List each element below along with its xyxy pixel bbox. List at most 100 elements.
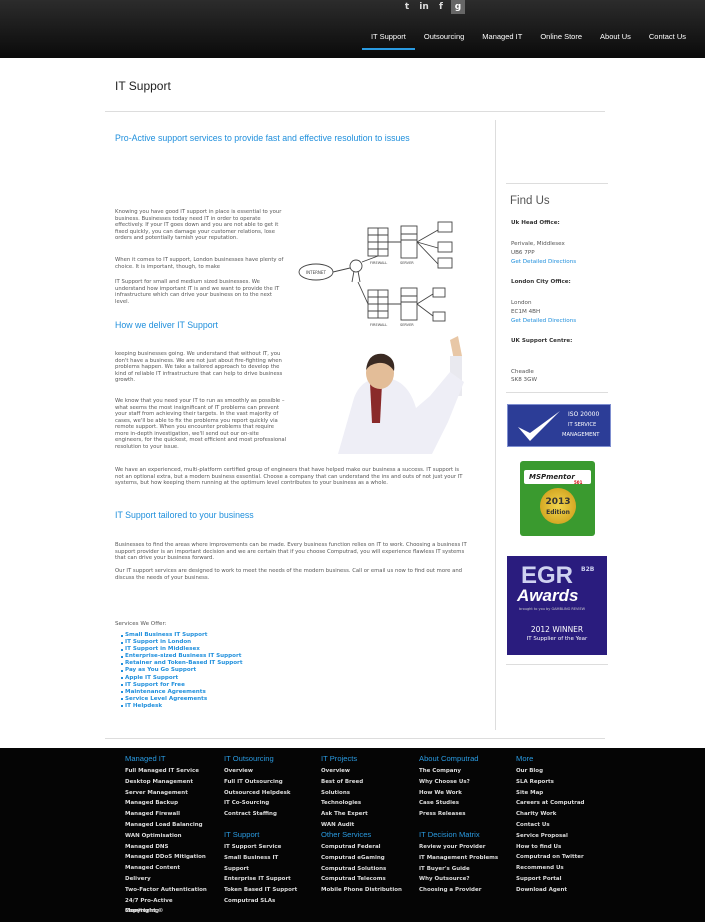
footer-link[interactable]: Download Agent — [516, 885, 584, 896]
footer-link[interactable]: SLA Reports — [516, 777, 584, 788]
service-link[interactable]: Enterprise-sized Business IT Support — [121, 653, 243, 660]
footer-link[interactable]: Full IT Outsourcing — [224, 777, 291, 788]
london-address-line2: EC1M 4BH — [511, 309, 541, 315]
footer-link[interactable]: Computrad SLAs — [224, 896, 297, 907]
footer-link[interactable]: 24/7 Pro-Active — [125, 896, 207, 907]
footer-link[interactable]: Why Choose Us? — [419, 777, 479, 788]
twitter-icon[interactable]: t — [400, 0, 414, 14]
footer-link[interactable]: Server Management — [125, 788, 207, 799]
footer-link[interactable]: Enterprise IT Support — [224, 874, 297, 885]
footer-link[interactable]: Overview — [224, 766, 291, 777]
footer-link[interactable]: Review your Provider — [419, 842, 498, 853]
nav-online-store[interactable]: Online Store — [531, 28, 591, 50]
service-link[interactable]: Maintenance Agreements — [121, 689, 243, 696]
footer-link[interactable]: Careers at Computrad — [516, 798, 584, 809]
service-link[interactable]: IT Helpdesk — [121, 703, 243, 710]
uk-head-address-line1: Perivale, Middlesex — [511, 241, 565, 247]
content-divider — [105, 738, 605, 739]
footer-link[interactable]: Case Studies — [419, 798, 479, 809]
footer-link[interactable]: Computrad Solutions — [321, 864, 402, 875]
footer-link[interactable]: Solutions — [321, 788, 368, 799]
footer-heading[interactable]: Other Services — [321, 830, 402, 839]
sidebar-rule-mid — [506, 392, 608, 393]
footer-link[interactable]: How to find Us — [516, 842, 584, 853]
server-label-1: SERVER — [400, 261, 414, 265]
footer-col-decision-matrix: IT Decision Matrix Review your Provider … — [419, 830, 498, 896]
footer-link[interactable]: Recommend Us — [516, 863, 584, 874]
directions-link[interactable]: Get Detailed Directions — [511, 259, 576, 265]
facebook-icon[interactable]: f — [434, 0, 448, 14]
footer-link[interactable]: IT Support Service — [224, 842, 297, 853]
footer-link[interactable]: Desktop Management — [125, 777, 207, 788]
footer-heading[interactable]: IT Outsourcing — [224, 754, 291, 763]
service-link[interactable]: Small Business IT Support — [121, 632, 243, 639]
footer-link[interactable]: IT Co-Sourcing — [224, 798, 291, 809]
footer-link[interactable]: Managed Backup — [125, 798, 207, 809]
footer-link[interactable]: Best of Breed — [321, 777, 368, 788]
footer-link[interactable]: Ask The Expert — [321, 809, 368, 820]
service-link[interactable]: Service Level Agreements — [121, 696, 243, 703]
footer-link[interactable]: Charity Work — [516, 809, 584, 820]
footer-heading[interactable]: IT Projects — [321, 754, 368, 763]
service-link[interactable]: Retainer and Token-Based IT Support — [121, 660, 243, 667]
service-link[interactable]: Pay as You Go Support — [121, 667, 243, 674]
footer-link[interactable]: Two-Factor Authentication — [125, 885, 207, 896]
footer-link[interactable]: Outsourced Helpdesk — [224, 788, 291, 799]
footer-link[interactable]: Managed Load Balancing — [125, 820, 207, 831]
footer-link[interactable]: IT Management Problems — [419, 853, 498, 864]
nav-outsourcing[interactable]: Outsourcing — [415, 28, 473, 50]
footer-link[interactable]: Technologies — [321, 798, 368, 809]
service-link[interactable]: IT Support in London — [121, 639, 243, 646]
footer-link[interactable]: Support — [224, 864, 297, 875]
footer-link[interactable]: Managed DNS — [125, 842, 207, 853]
footer-link[interactable]: Choosing a Provider — [419, 885, 498, 896]
footer-link[interactable]: Delivery — [125, 874, 207, 885]
footer-heading[interactable]: IT Decision Matrix — [419, 830, 498, 839]
footer-link[interactable]: Computrad eGaming — [321, 853, 402, 864]
service-link[interactable]: IT Support for Free — [121, 682, 243, 689]
server-label-2: SERVER — [400, 323, 414, 327]
footer-heading[interactable]: About Computrad — [419, 754, 479, 763]
nav-managed-it[interactable]: Managed IT — [473, 28, 531, 50]
footer-link[interactable]: Computrad on Twitter — [516, 852, 584, 863]
footer-link[interactable]: Service Proposal — [516, 831, 584, 842]
directions-link[interactable]: Get Detailed Directions — [511, 318, 576, 324]
footer-link[interactable]: Token Based IT Support — [224, 885, 297, 896]
footer-link[interactable]: The Company — [419, 766, 479, 777]
footer-link[interactable]: Computrad Telecoms — [321, 874, 402, 885]
service-link[interactable]: Apple IT Support — [121, 675, 243, 682]
footer-link[interactable]: Overview — [321, 766, 368, 777]
service-link[interactable]: IT Support in Middlesex — [121, 646, 243, 653]
footer-heading[interactable]: IT Support — [224, 830, 297, 839]
googleplus-icon[interactable]: g — [451, 0, 465, 14]
footer-link[interactable]: Our Blog — [516, 766, 584, 777]
footer-link[interactable]: Mobile Phone Distribution — [321, 885, 402, 896]
footer-link[interactable]: Contract Staffing — [224, 809, 291, 820]
nav-contact-us[interactable]: Contact Us — [640, 28, 695, 50]
footer-link[interactable]: How We Work — [419, 788, 479, 799]
footer-link[interactable]: Contact Us — [516, 820, 584, 831]
footer-link[interactable]: Managed Firewall — [125, 809, 207, 820]
footer-link[interactable]: Managed Content — [125, 863, 207, 874]
nav-it-support[interactable]: IT Support — [361, 28, 415, 50]
footer-link[interactable]: IT Buyer's Guide — [419, 864, 498, 875]
london-address-line1: London — [511, 300, 532, 306]
footer-link[interactable]: Support Portal — [516, 874, 584, 885]
paragraph-2: When it comes to IT support, London busi… — [115, 257, 284, 270]
footer-link[interactable]: Managed DDoS Mitigation — [125, 852, 207, 863]
footer-heading[interactable]: More — [516, 754, 584, 763]
footer-link[interactable]: Site Map — [516, 788, 584, 799]
iso-badge: ISO 20000 IT SERVICE MANAGEMENT — [507, 404, 611, 447]
footer-link[interactable]: Why Outsource? — [419, 874, 498, 885]
paragraph-4: keeping businesses going. We understand … — [115, 351, 283, 383]
uk-head-office-label: Uk Head Office: — [511, 220, 560, 226]
linkedin-icon[interactable]: in — [417, 0, 431, 14]
footer-link[interactable]: Small Business IT — [224, 853, 297, 864]
footer-link[interactable]: Full Managed IT Service — [125, 766, 207, 777]
footer-link[interactable]: Computrad Federal — [321, 842, 402, 853]
footer-col-more: More Our Blog SLA Reports Site Map Caree… — [516, 754, 584, 896]
nav-about-us[interactable]: About Us — [591, 28, 640, 50]
footer-link[interactable]: WAN Optimisation — [125, 831, 207, 842]
footer-heading[interactable]: Managed IT — [125, 754, 207, 763]
footer-link[interactable]: Press Releases — [419, 809, 479, 820]
